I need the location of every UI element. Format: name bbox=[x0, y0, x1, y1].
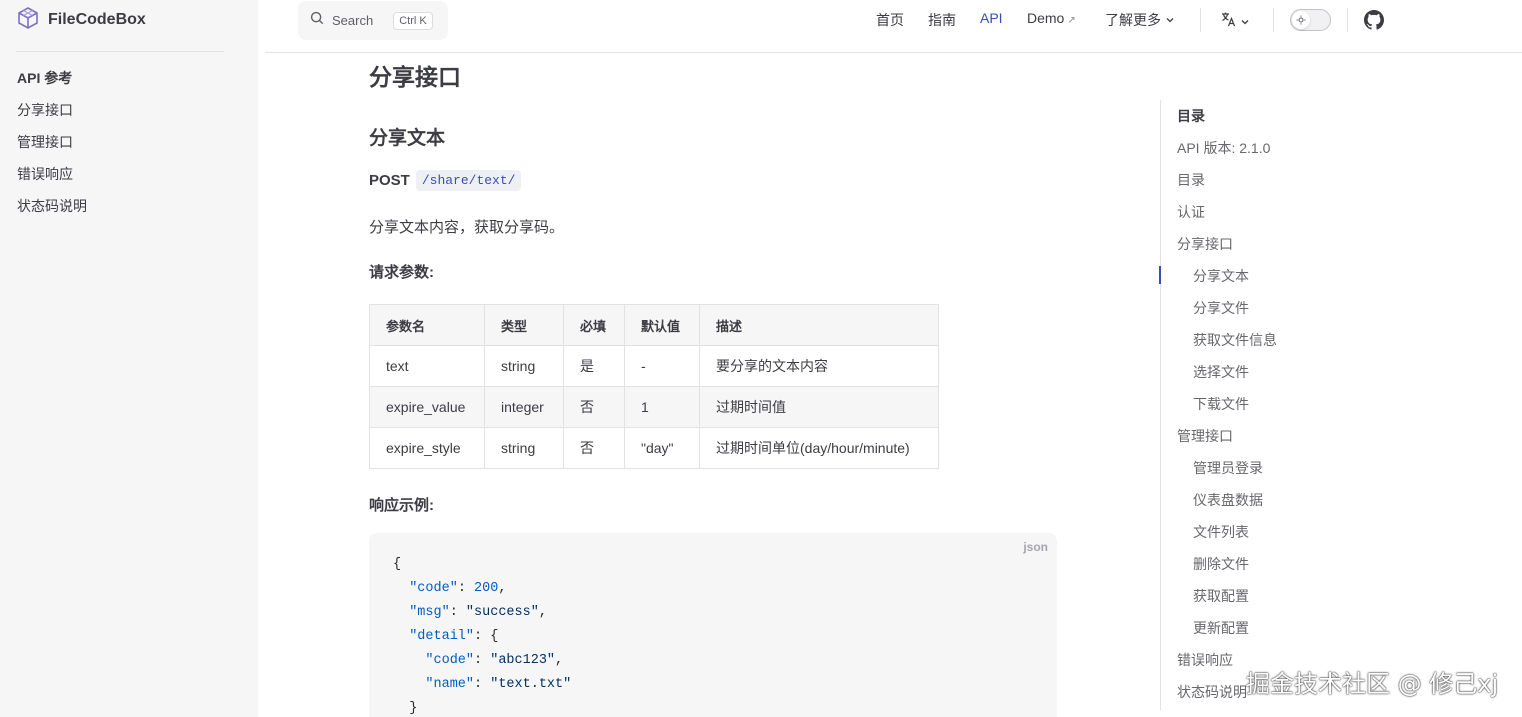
outline-item[interactable]: 文件列表 bbox=[1177, 520, 1277, 552]
table-header: 默认值 bbox=[624, 304, 700, 346]
table-row: text string 是 - 要分享的文本内容 bbox=[369, 345, 939, 387]
table-cell: expire_style bbox=[369, 427, 485, 469]
sidebar-item-error-response[interactable]: 错误响应 bbox=[17, 162, 87, 194]
outline-item[interactable]: 认证 bbox=[1177, 200, 1277, 232]
outline-item[interactable]: 下载文件 bbox=[1177, 392, 1277, 424]
table-header: 必填 bbox=[563, 304, 625, 346]
brand[interactable]: FileCodeBox bbox=[16, 6, 146, 35]
endpoint-description: 分享文本内容，获取分享码。 bbox=[369, 219, 565, 236]
code-language-label: json bbox=[1023, 540, 1048, 554]
table-cell: integer bbox=[484, 386, 564, 428]
search-label: Search bbox=[332, 13, 374, 28]
brand-title: FileCodeBox bbox=[48, 11, 146, 28]
nav-divider bbox=[1273, 8, 1274, 32]
endpoint: POST /share/text/ bbox=[369, 170, 522, 191]
outline-title: 目录 bbox=[1177, 108, 1205, 124]
table-header: 参数名 bbox=[369, 304, 485, 346]
external-link-icon: ↗ bbox=[1067, 15, 1076, 26]
table-cell: text bbox=[369, 345, 485, 387]
outline-item[interactable]: 删除文件 bbox=[1177, 552, 1277, 584]
outline-item[interactable]: 管理接口 bbox=[1177, 424, 1277, 456]
outline-item[interactable]: 管理员登录 bbox=[1177, 456, 1277, 488]
table-row: expire_style string 否 "day" 过期时间单位(day/h… bbox=[369, 427, 939, 469]
outline-item[interactable]: 选择文件 bbox=[1177, 360, 1277, 392]
language-dropdown[interactable] bbox=[1220, 11, 1250, 30]
table-header-row: 参数名 类型 必填 默认值 描述 bbox=[369, 304, 939, 346]
search-button[interactable]: Search Ctrl K bbox=[298, 1, 448, 40]
table-cell: - bbox=[624, 345, 700, 387]
sidebar-item-admin-api[interactable]: 管理接口 bbox=[17, 130, 87, 162]
sidebar-item-status-codes[interactable]: 状态码说明 bbox=[17, 194, 87, 226]
logo-cube-icon bbox=[16, 6, 40, 35]
sun-icon bbox=[1292, 11, 1310, 29]
sidebar-item-api-reference[interactable]: API 参考 bbox=[17, 66, 87, 98]
http-method: POST bbox=[369, 172, 410, 189]
sidebar-nav: API 参考 分享接口 管理接口 错误响应 状态码说明 bbox=[17, 66, 87, 226]
table-header: 描述 bbox=[699, 304, 939, 346]
table-cell: 否 bbox=[563, 386, 625, 428]
outline-item[interactable]: API 版本: 2.1.0 bbox=[1177, 136, 1277, 168]
table-cell: 过期时间值 bbox=[699, 386, 939, 428]
table-cell: 否 bbox=[563, 427, 625, 469]
translate-icon bbox=[1220, 12, 1236, 30]
code-content: { "code": 200, "msg": "success", "detail… bbox=[393, 557, 572, 716]
sidebar-divider bbox=[16, 51, 224, 52]
table-row: expire_value integer 否 1 过期时间值 bbox=[369, 386, 939, 428]
outline-item[interactable]: 获取配置 bbox=[1177, 584, 1277, 616]
nav-api[interactable]: API bbox=[980, 10, 1003, 26]
outline-item[interactable]: 更新配置 bbox=[1177, 616, 1277, 648]
nav-demo[interactable]: Demo ↗ bbox=[1027, 10, 1076, 26]
chevron-down-icon bbox=[1165, 12, 1175, 28]
table-cell: string bbox=[484, 345, 564, 387]
outline-nav: 目录 API 版本: 2.1.0 目录 认证 分享接口 分享文本 分享文件 获取… bbox=[1177, 104, 1277, 712]
outline-item[interactable]: 获取文件信息 bbox=[1177, 328, 1277, 360]
page-title: 分享接口 bbox=[369, 64, 461, 90]
table-cell: 过期时间单位(day/hour/minute) bbox=[699, 427, 939, 469]
nav-more-dropdown[interactable]: 了解更多 bbox=[1105, 10, 1175, 30]
table-cell: 要分享的文本内容 bbox=[699, 345, 939, 387]
table-cell: string bbox=[484, 427, 564, 469]
github-icon[interactable] bbox=[1364, 10, 1385, 35]
outline-item[interactable]: 仪表盘数据 bbox=[1177, 488, 1277, 520]
params-table: 参数名 类型 必填 默认值 描述 text string 是 - 要分享的文本内… bbox=[369, 304, 939, 469]
table-header: 类型 bbox=[484, 304, 564, 346]
outline-item[interactable]: 分享文件 bbox=[1177, 296, 1277, 328]
nav-divider bbox=[1200, 8, 1201, 32]
nav-divider bbox=[1347, 8, 1348, 32]
nav-home[interactable]: 首页 bbox=[876, 10, 904, 30]
params-heading: 请求参数: bbox=[369, 264, 434, 281]
table-cell: 1 bbox=[624, 386, 700, 428]
sidebar: FileCodeBox API 参考 分享接口 管理接口 错误响应 状态码说明 bbox=[0, 0, 258, 717]
search-icon bbox=[310, 11, 324, 30]
sidebar-item-share-api[interactable]: 分享接口 bbox=[17, 98, 87, 130]
response-heading: 响应示例: bbox=[369, 497, 434, 514]
outline-item-active[interactable]: 分享文本 bbox=[1177, 264, 1277, 296]
nav-guide[interactable]: 指南 bbox=[928, 10, 956, 30]
code-block[interactable]: json { "code": 200, "msg": "success", "d… bbox=[369, 533, 1057, 717]
section-title: 分享文本 bbox=[369, 128, 446, 149]
search-shortcut: Ctrl K bbox=[393, 11, 433, 30]
watermark: 掘金技术社区 @ 修己xj bbox=[1246, 670, 1499, 698]
outline-item[interactable]: 目录 bbox=[1177, 168, 1277, 200]
outline-active-marker bbox=[1159, 266, 1161, 284]
theme-toggle[interactable] bbox=[1290, 9, 1331, 31]
chevron-down-icon bbox=[1240, 14, 1250, 30]
table-cell: expire_value bbox=[369, 386, 485, 428]
top-nav-divider bbox=[265, 52, 1522, 53]
table-cell: "day" bbox=[624, 427, 700, 469]
table-cell: 是 bbox=[563, 345, 625, 387]
outline-item[interactable]: 分享接口 bbox=[1177, 232, 1277, 264]
endpoint-path: /share/text/ bbox=[415, 170, 522, 191]
